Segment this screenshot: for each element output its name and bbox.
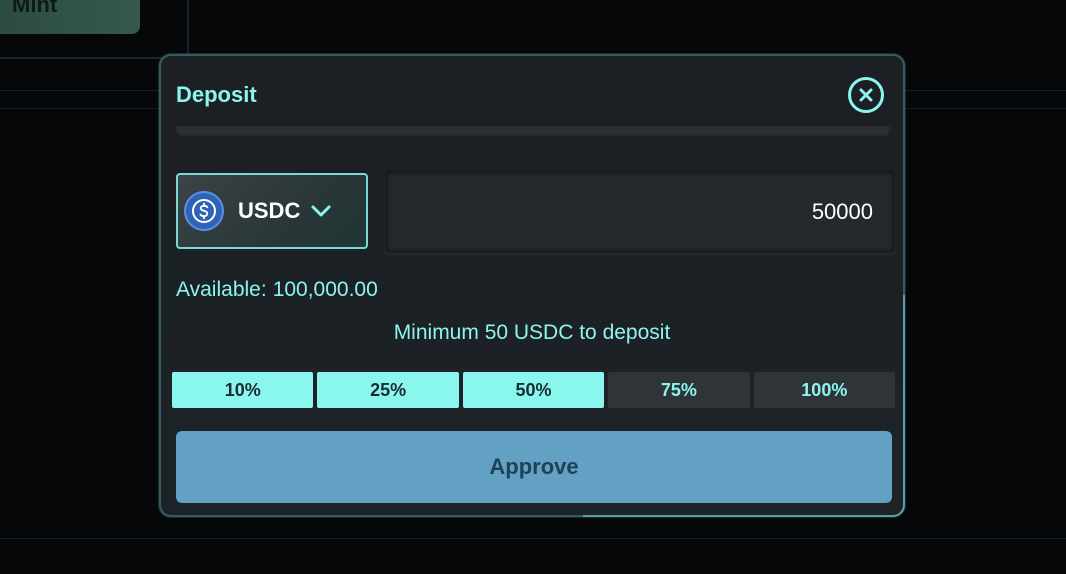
chevron-down-icon (311, 205, 331, 217)
background-divider (187, 0, 189, 58)
token-select[interactable]: USDC (176, 173, 368, 249)
background-divider (0, 538, 1066, 539)
available-balance: Available: 100,000.00 (176, 278, 378, 302)
usdc-coin-icon (184, 191, 224, 231)
token-symbol: USDC (238, 198, 301, 223)
deposit-modal: Deposit USDC Available:100,000.00 Minimu… (159, 54, 905, 517)
close-icon (859, 88, 873, 102)
amount-field (385, 171, 895, 253)
modal-title: Deposit (176, 82, 257, 107)
header-divider (176, 126, 890, 138)
percent-button-10[interactable]: 10% (172, 372, 314, 408)
percent-button-75[interactable]: 75% (608, 372, 750, 408)
mint-button[interactable]: Mint (0, 0, 140, 34)
approve-button[interactable]: Approve (176, 431, 892, 503)
percent-selector: 10% 25% 50% 75% 100% (172, 372, 896, 408)
minimum-deposit-note: Minimum 50 USDC to deposit (393, 321, 671, 344)
available-label: Available: (176, 278, 267, 301)
percent-button-25[interactable]: 25% (317, 372, 459, 408)
percent-button-100[interactable]: 100% (753, 372, 896, 408)
available-value: 100,000.00 (272, 278, 378, 301)
amount-input[interactable] (573, 199, 873, 225)
close-button[interactable] (848, 77, 884, 113)
percent-button-50[interactable]: 50% (462, 372, 605, 408)
